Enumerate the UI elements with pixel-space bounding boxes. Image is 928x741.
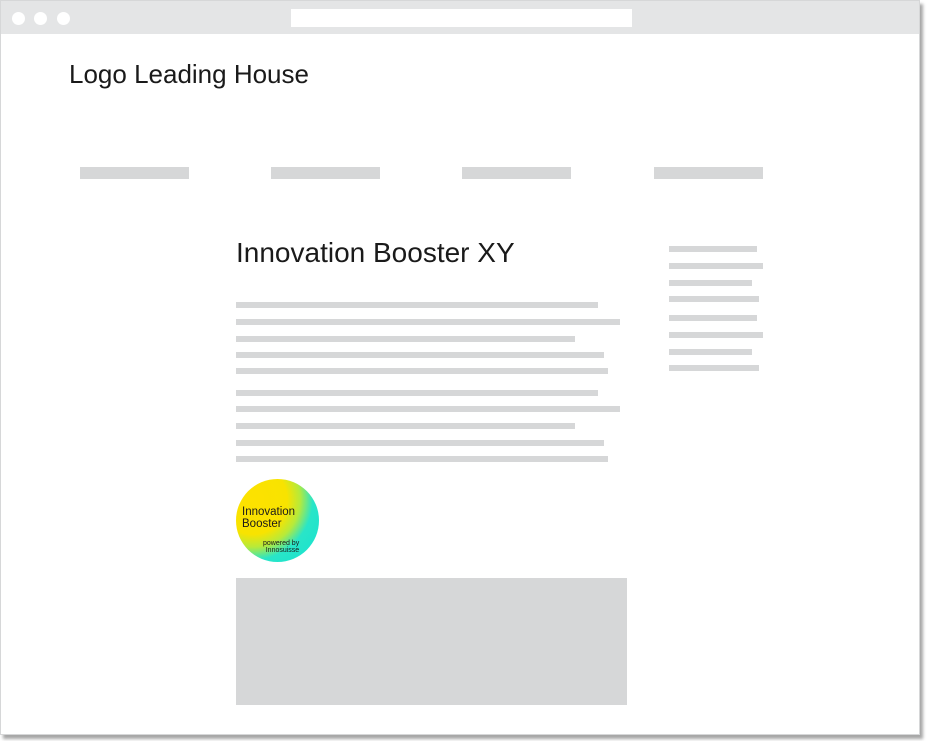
sidebar-link-placeholder[interactable] bbox=[669, 246, 757, 252]
page-title: Innovation Booster XY bbox=[236, 237, 515, 268]
text-line-placeholder bbox=[236, 456, 608, 462]
badge-subtitle-line1: powered by bbox=[263, 540, 300, 547]
text-line-placeholder bbox=[236, 302, 598, 308]
text-line-placeholder bbox=[236, 390, 598, 396]
nav-item-2[interactable] bbox=[271, 167, 380, 179]
badge-subtitle-line2: Innosuisse bbox=[265, 547, 300, 554]
text-line-placeholder bbox=[236, 406, 620, 412]
text-line-placeholder bbox=[236, 368, 608, 374]
sidebar-link-placeholder[interactable] bbox=[669, 332, 763, 338]
sidebar-link-placeholder[interactable] bbox=[669, 280, 752, 286]
maximize-window-icon[interactable] bbox=[57, 12, 70, 25]
badge-subtitle: powered by Innosuisse bbox=[263, 540, 299, 554]
sidebar-link-placeholder[interactable] bbox=[669, 263, 763, 269]
sidebar-link-placeholder[interactable] bbox=[669, 365, 759, 371]
browser-window: Logo Leading House Innovation Booster XY… bbox=[0, 0, 920, 735]
address-bar[interactable] bbox=[291, 9, 632, 27]
text-line-placeholder bbox=[236, 423, 575, 429]
innovation-booster-badge: Innovation Booster powered by Innosuisse bbox=[236, 479, 319, 562]
site-logo[interactable]: Logo Leading House bbox=[69, 59, 309, 90]
browser-title-bar bbox=[1, 1, 919, 34]
text-line-placeholder bbox=[236, 352, 604, 358]
sidebar-link-placeholder[interactable] bbox=[669, 296, 759, 302]
nav-item-1[interactable] bbox=[80, 167, 189, 179]
sidebar-link-placeholder[interactable] bbox=[669, 315, 757, 321]
badge-title-line2: Booster bbox=[242, 518, 282, 530]
text-line-placeholder bbox=[236, 440, 604, 446]
badge-title: Innovation Booster bbox=[242, 506, 295, 530]
nav-item-4[interactable] bbox=[654, 167, 763, 179]
sidebar-link-placeholder[interactable] bbox=[669, 349, 752, 355]
text-line-placeholder bbox=[236, 336, 575, 342]
close-window-icon[interactable] bbox=[12, 12, 25, 25]
nav-item-3[interactable] bbox=[462, 167, 571, 179]
media-placeholder bbox=[236, 578, 627, 705]
badge-title-line1: Innovation bbox=[242, 506, 296, 518]
text-line-placeholder bbox=[236, 319, 620, 325]
minimize-window-icon[interactable] bbox=[34, 12, 47, 25]
